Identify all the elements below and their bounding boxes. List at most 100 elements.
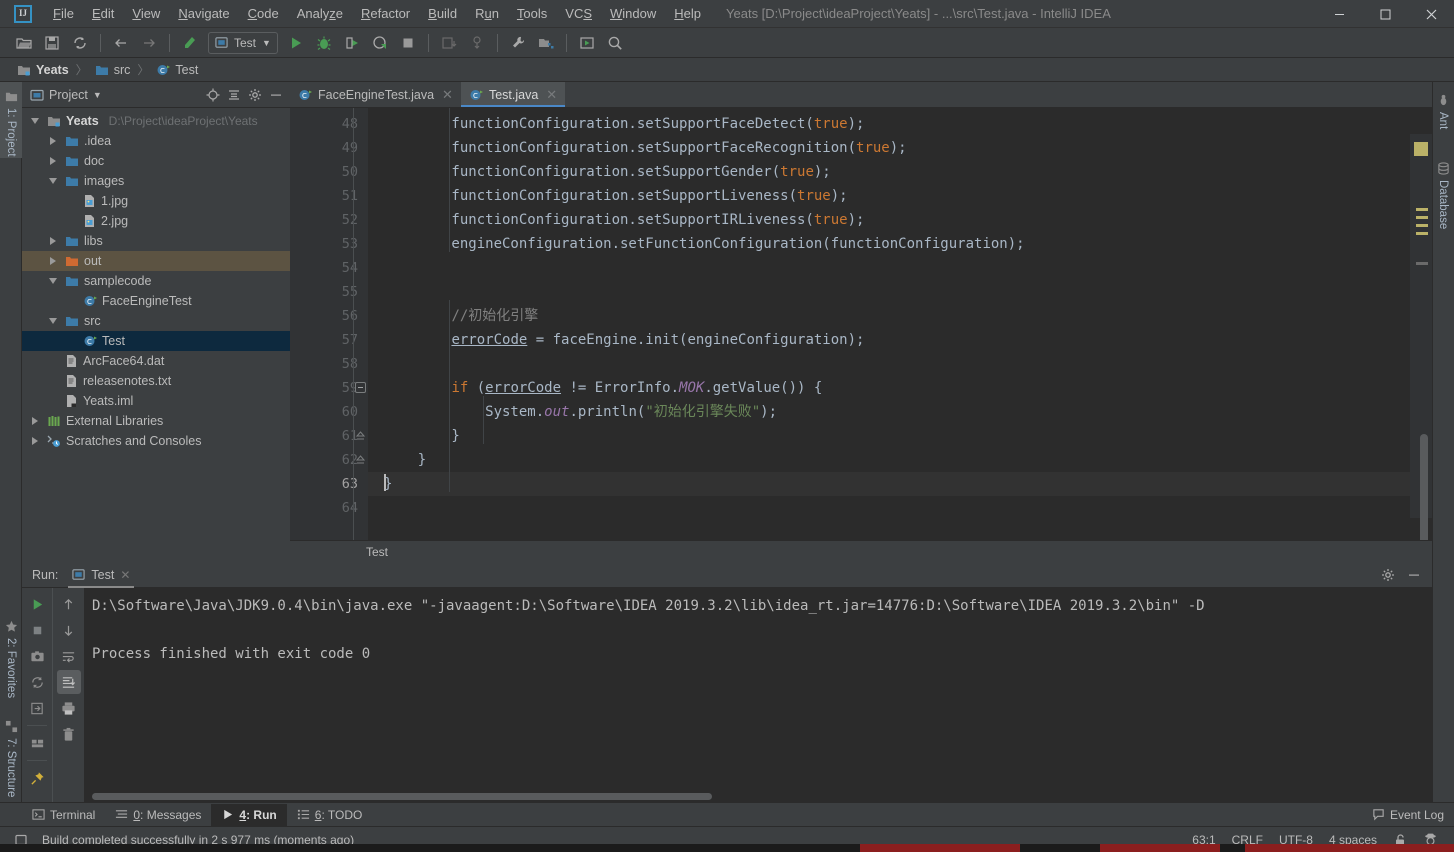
tree-node-external-libraries[interactable]: External Libraries [22,411,290,431]
up-arrow-icon[interactable] [57,592,81,616]
menu-view[interactable]: View [123,3,169,24]
menu-file[interactable]: File [44,3,83,24]
code-line[interactable] [368,256,1432,280]
code-line[interactable] [368,280,1432,304]
fold-end-icon[interactable] [355,430,366,441]
code-editor[interactable]: 48 49 50 51 52 53 54 55 56 57 58 59 60 61 62 63 64 funct… [290,108,1432,540]
breadcrumb-item-yeats[interactable]: Yeats [14,62,72,78]
code-line[interactable]: functionConfiguration.setSupportLiveness… [368,184,1432,208]
chevron-down-icon[interactable] [28,118,42,124]
marker-line[interactable] [1416,216,1428,219]
menu-run[interactable]: Run [466,3,508,24]
tree-node-2-jpg[interactable]: 2.jpg [22,211,290,231]
commit-icon[interactable] [464,31,490,55]
menu-window[interactable]: Window [601,3,665,24]
chevron-down-icon[interactable]: ▼ [93,90,102,100]
line-number[interactable]: 48 [290,112,368,136]
tree-node-samplecode[interactable]: samplecode [22,271,290,291]
tree-node-releasenotes-txt[interactable]: releasenotes.txt [22,371,290,391]
code-line[interactable] [368,352,1432,376]
menu-build[interactable]: Build [419,3,466,24]
line-number[interactable]: 63 [290,472,368,496]
run-configuration-selector[interactable]: Test ▼ [208,31,278,54]
breadcrumb-item-test[interactable]: C Test [153,62,201,78]
line-number[interactable]: 53 [290,232,368,256]
chevron-right-icon[interactable] [46,137,60,145]
tree-node-arcface64-dat[interactable]: ArcFace64.dat [22,351,290,371]
line-number[interactable]: 55 [290,280,368,304]
menu-vcs[interactable]: VCS [556,3,601,24]
print-icon[interactable] [57,696,81,720]
tree-node-src[interactable]: src [22,311,290,331]
settings-wrench-icon[interactable] [505,31,531,55]
screenshot-icon[interactable] [25,644,49,668]
code-line[interactable]: errorCode = faceEngine.init(engineConfig… [368,328,1432,352]
scroll-to-end-icon[interactable] [56,670,81,694]
close-button[interactable] [1408,0,1454,28]
menu-help[interactable]: Help [665,3,710,24]
tree-node-yeats-iml[interactable]: Yeats.iml [22,391,290,411]
line-number[interactable]: 52 [290,208,368,232]
editor-gutter[interactable]: 48 49 50 51 52 53 54 55 56 57 58 59 60 61 62 63 64 [290,108,368,540]
bottom-tab-terminal[interactable]: Terminal [22,804,105,826]
chevron-right-icon[interactable] [46,237,60,245]
build-hammer-icon[interactable] [177,31,203,55]
stop-icon[interactable] [25,618,49,642]
line-number[interactable]: 49 [290,136,368,160]
pin-icon[interactable] [25,766,49,790]
restore-layout-icon[interactable] [25,670,49,694]
bottom-tab-6-todo[interactable]: 6: TODO [287,804,373,826]
debug-icon[interactable] [311,31,337,55]
editor-marker-column[interactable] [1410,134,1432,540]
profile-icon[interactable] [367,31,393,55]
chevron-down-icon[interactable] [46,318,60,324]
project-tree[interactable]: Yeats D:\Project\ideaProject\Yeats .idea do… [22,108,290,562]
tree-node-yeats[interactable]: Yeats D:\Project\ideaProject\Yeats [22,111,290,131]
update-project-icon[interactable] [436,31,462,55]
bottom-tab-0-messages[interactable]: 0: Messages [105,804,211,826]
console-output[interactable]: D:\Software\Java\JDK9.0.4\bin\java.exe "… [84,588,1432,802]
menu-tools[interactable]: Tools [508,3,556,24]
trash-icon[interactable] [57,722,81,746]
code-line[interactable]: //初始化引擎 [368,304,1432,328]
chevron-right-icon[interactable] [28,437,42,445]
event-log-button[interactable]: Event Log [1372,808,1444,822]
console-horizontal-scrollbar[interactable] [92,793,712,800]
line-number[interactable]: 51 [290,184,368,208]
chevron-down-icon[interactable] [46,178,60,184]
close-icon[interactable]: ✕ [442,87,453,103]
search-icon[interactable] [602,31,628,55]
code-line[interactable]: functionConfiguration.setSupportGender(t… [368,160,1432,184]
line-number[interactable]: 57 [290,328,368,352]
line-number[interactable]: 56 [290,304,368,328]
tree-node-scratches-and-consoles[interactable]: Scratches and Consoles [22,431,290,451]
gear-icon[interactable] [245,85,265,105]
code-line[interactable]: functionConfiguration.setSupportIRLivene… [368,208,1432,232]
bottom-tab-4-run[interactable]: 4: Run [211,803,287,826]
line-number[interactable]: 58 [290,352,368,376]
taskbar-item[interactable] [860,844,1020,852]
layout-icon[interactable] [25,731,49,755]
code-line[interactable]: functionConfiguration.setSupportFaceReco… [368,136,1432,160]
marker-line[interactable] [1416,224,1428,227]
run-tab-test[interactable]: Test ✕ [64,562,138,588]
line-number[interactable]: 64 [290,496,368,520]
code-line[interactable]: engineConfiguration.setFunctionConfigura… [368,232,1432,256]
editor-breadcrumb-bottom[interactable]: Test [290,540,1432,562]
code-line[interactable] [368,496,1432,520]
marker-line[interactable] [1416,262,1428,265]
forward-arrow-icon[interactable] [136,31,162,55]
tree-node-images[interactable]: images [22,171,290,191]
breadcrumb-item-src[interactable]: src [92,62,134,78]
down-arrow-icon[interactable] [57,618,81,642]
gear-icon[interactable] [1376,563,1400,587]
menu-analyze[interactable]: Analyze [288,3,352,24]
stop-icon[interactable] [395,31,421,55]
tree-node-doc[interactable]: doc [22,151,290,171]
chevron-right-icon[interactable] [28,417,42,425]
back-arrow-icon[interactable] [108,31,134,55]
chevron-down-icon[interactable] [46,278,60,284]
editor-tab-faceenginetest-java[interactable]: C FaceEngineTest.java ✕ [290,82,461,107]
hide-panel-icon[interactable] [1402,563,1426,587]
export-icon[interactable] [25,696,49,720]
